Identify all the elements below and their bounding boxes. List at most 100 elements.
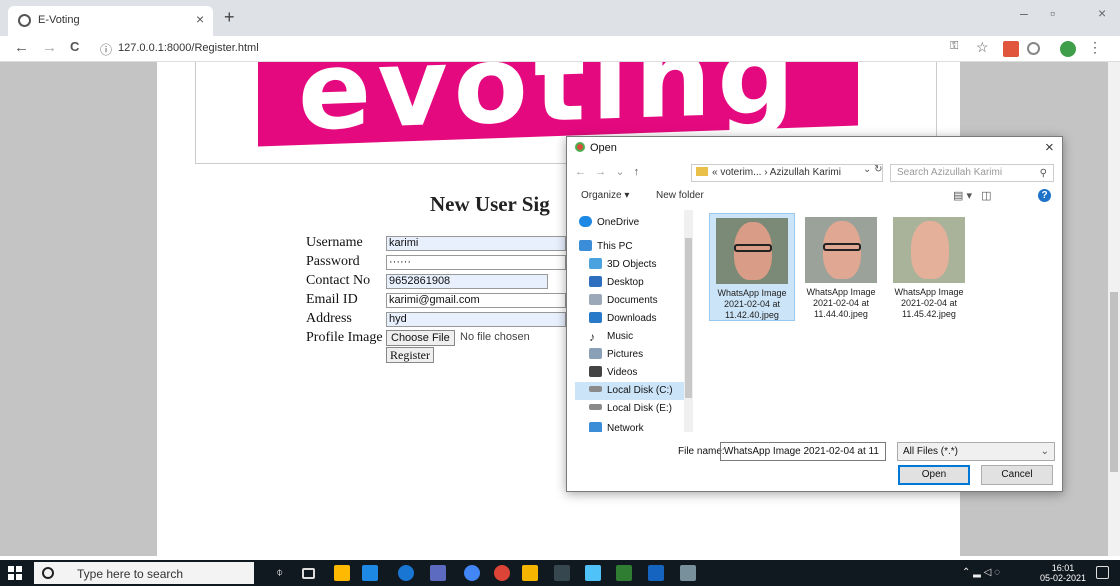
tab-close-icon[interactable]: × (196, 11, 204, 27)
nav-item-local-disk-c[interactable]: Local Disk (C:) (575, 382, 687, 400)
chrome-taskbar-icon[interactable] (464, 565, 480, 581)
file-item[interactable]: WhatsApp Image 2021-02-04 at 11.42.40.jp… (709, 213, 795, 321)
notification-icon[interactable] (1096, 566, 1109, 579)
file-name-line: WhatsApp Image (894, 287, 964, 297)
nav-item-desktop[interactable]: Desktop (589, 274, 695, 292)
dialog-close-button[interactable]: × (1045, 139, 1054, 156)
app-gray-icon[interactable] (680, 565, 696, 581)
image-thumbnail (893, 217, 965, 283)
help-icon[interactable]: ? (1038, 189, 1051, 202)
dialog-forward-icon[interactable]: → (595, 166, 606, 178)
file-name-line: WhatsApp Image (717, 288, 787, 298)
forward-button[interactable]: → (42, 39, 57, 56)
app-blue-icon[interactable] (585, 565, 601, 581)
drive-icon (589, 386, 602, 392)
open-button[interactable]: Open (898, 465, 970, 485)
taskbar-clock[interactable]: 16:01 05-02-2021 (1040, 563, 1086, 583)
network-icon (589, 422, 602, 432)
file-item[interactable]: WhatsApp Image 2021-02-04 at 11.45.42.jp… (886, 213, 972, 321)
chrome-icon (575, 142, 585, 152)
dialog-path-bar[interactable]: « voterim... › Azizullah Karimi (691, 164, 883, 182)
email-input[interactable]: karimi@gmail.com (386, 293, 566, 308)
new-tab-button[interactable]: + (224, 7, 235, 28)
page-scrollbar[interactable] (1108, 62, 1120, 556)
restore-button[interactable]: ▫ (1050, 5, 1055, 21)
file-item[interactable]: WhatsApp Image 2021-02-04 at 11.44.40.jp… (798, 213, 884, 321)
password-input[interactable]: ······ (386, 255, 566, 270)
file-name-line: 2021-02-04 at (900, 298, 958, 308)
nav-item-music[interactable]: ♪ Music (589, 328, 695, 346)
nav-item-pictures[interactable]: Pictures (589, 346, 695, 364)
key-icon[interactable]: ⚿ (950, 40, 966, 56)
organize-button[interactable]: Organize ▾ (581, 190, 629, 201)
app-green-icon[interactable] (616, 565, 632, 581)
nav-item-label: Downloads (607, 313, 657, 324)
nav-item-downloads[interactable]: Downloads (589, 310, 695, 328)
minimize-button[interactable]: – (1020, 5, 1028, 21)
site-info-icon[interactable]: ⓘ (100, 41, 112, 58)
nav-item-label: Network (607, 423, 644, 432)
nav-item-3d-objects[interactable]: 3D Objects (589, 256, 695, 274)
nav-item-videos[interactable]: Videos (589, 364, 695, 382)
address-input[interactable]: hyd (386, 312, 566, 327)
open-file-dialog: Open × ← → ⌄ ↑ « voterim... › Azizullah … (566, 136, 1063, 492)
terminal-icon[interactable] (554, 565, 570, 581)
word-icon[interactable] (648, 565, 664, 581)
file-name-line: 2021-02-04 at (723, 299, 781, 309)
nav-item-documents[interactable]: Documents (589, 292, 695, 310)
email-label: Email ID (306, 292, 358, 307)
store-icon[interactable] (334, 565, 350, 581)
nav-item-network[interactable]: Network (589, 420, 695, 432)
clock-time: 16:01 (1051, 563, 1075, 573)
nav-item-local-disk-e[interactable]: Local Disk (E:) (589, 400, 695, 418)
address-label: Address (306, 311, 352, 326)
view-options-icon[interactable]: ▤ ▾ ◫ (953, 189, 992, 202)
choose-file-button[interactable]: Choose File (386, 330, 455, 346)
file-name-input[interactable]: WhatsApp Image 2021-02-04 at 11 (720, 442, 886, 461)
address-bar[interactable]: ⓘ 127.0.0.1:8000/Register.html (100, 40, 940, 59)
star-icon[interactable]: ☆ (976, 39, 992, 55)
taskbar-search-box[interactable]: Type here to search (34, 562, 254, 584)
file-name-line: 11.42.40.jpeg (725, 310, 779, 320)
cancel-button[interactable]: Cancel (981, 465, 1053, 485)
mail-icon[interactable] (362, 565, 378, 581)
reload-button[interactable]: C (70, 39, 79, 54)
profile-avatar[interactable] (1060, 41, 1076, 57)
refresh-icon[interactable]: ⌄ ↻ (863, 164, 883, 175)
back-button[interactable]: ← (14, 39, 29, 56)
nav-pane-scrollbar[interactable] (684, 210, 693, 432)
desktop-icon (589, 276, 602, 287)
dialog-search-input[interactable]: Search Azizullah Karimi ⚲ (890, 164, 1054, 182)
username-input[interactable]: karimi (386, 236, 566, 251)
computer-icon (579, 240, 592, 251)
dialog-recent-icon[interactable]: ⌄ (615, 166, 624, 178)
extension-search-icon[interactable] (1027, 42, 1040, 55)
clock-date: 05-02-2021 (1040, 573, 1087, 583)
file-type-select[interactable]: All Files (*.*) ⌄ (897, 442, 1055, 461)
nav-item-this-pc[interactable]: This PC (579, 238, 695, 256)
system-tray-icons[interactable]: ⌃ ▂ ◁ ◌ (962, 567, 1000, 578)
page-scrollbar-thumb[interactable] (1110, 292, 1118, 472)
extension-icon[interactable] (1003, 41, 1019, 57)
file-explorer-icon[interactable] (522, 565, 538, 581)
browser-toolbar: ← → C ⓘ 127.0.0.1:8000/Register.html ⚿ ☆… (0, 36, 1120, 62)
folder-icon (696, 167, 708, 176)
nav-item-label: Desktop (607, 277, 644, 288)
nav-item-label: OneDrive (597, 217, 640, 228)
windows-start-icon[interactable] (8, 566, 22, 580)
app-red-icon[interactable] (494, 565, 510, 581)
new-folder-button[interactable]: New folder (656, 190, 704, 201)
microphone-icon[interactable]: ⌽ (276, 565, 292, 581)
register-button[interactable]: Register (386, 347, 434, 363)
dialog-up-icon[interactable]: ↑ (634, 166, 640, 178)
task-view-icon[interactable] (302, 568, 315, 579)
tab-evoting[interactable]: E-Voting × (8, 6, 213, 36)
nav-item-onedrive[interactable]: OneDrive (579, 214, 695, 232)
nav-pane-scrollbar-thumb[interactable] (685, 238, 692, 398)
contact-input[interactable]: 9652861908 (386, 274, 548, 289)
edge-icon[interactable] (398, 565, 414, 581)
menu-kebab-icon[interactable]: ⋮ (1088, 39, 1104, 55)
window-close-button[interactable]: × (1098, 5, 1106, 21)
app-icon[interactable] (430, 565, 446, 581)
dialog-back-icon[interactable]: ← (575, 166, 586, 178)
